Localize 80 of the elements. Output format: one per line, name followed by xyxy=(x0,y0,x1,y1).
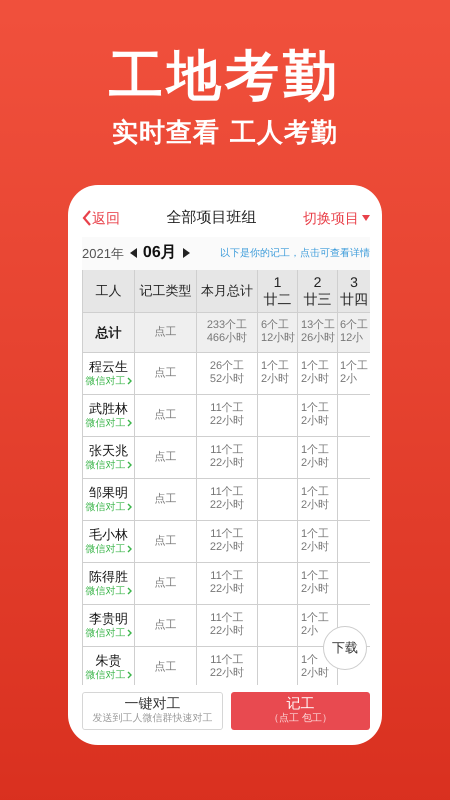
chevron-icon xyxy=(126,671,132,680)
back-link[interactable]: 返回 xyxy=(82,208,120,229)
table-cell: 11个工 22小时 xyxy=(197,478,258,521)
table-cell: 1个工 2小时 xyxy=(298,520,338,563)
table-cell: 11个工 22小时 xyxy=(197,394,258,437)
table-cell: 1个工 2小时 xyxy=(298,352,338,395)
record-button[interactable]: 记工 （点工 包工） xyxy=(231,692,370,730)
table-cell: 点工 xyxy=(135,352,197,395)
table-cell: 26个工 52小时 xyxy=(197,352,258,395)
column-header: 3 廿四 xyxy=(340,274,368,308)
page-title: 全部项目班组 xyxy=(166,208,256,228)
table-cell xyxy=(258,604,298,647)
column-header: 工人 xyxy=(96,282,122,299)
worker-name: 邹果明 xyxy=(89,484,128,501)
switch-project-button[interactable]: 切换项目 xyxy=(303,208,370,229)
table-cell: 1个工 2小 xyxy=(338,352,370,395)
worker-name: 朱贵 xyxy=(96,652,122,669)
table-cell: 1个工 2小时 xyxy=(258,352,298,395)
month-label: 06月 xyxy=(142,243,177,264)
wechat-check-link[interactable]: 微信对工 xyxy=(86,500,132,514)
column-header: 1 廿二 xyxy=(264,274,292,308)
column-header: 2 廿三 xyxy=(304,274,332,308)
table-cell: 点工 xyxy=(135,562,197,605)
back-icon xyxy=(82,210,92,226)
table-cell: 1个工 2小时 xyxy=(298,394,338,437)
worker-name: 武胜林 xyxy=(89,400,128,417)
wechat-check-link[interactable]: 微信对工 xyxy=(86,626,132,640)
quick-check-button[interactable]: 一键对工 发送到工人微信群快速对工 xyxy=(82,692,223,730)
hero-title: 工地考勤 xyxy=(109,44,341,108)
worker-name: 程云生 xyxy=(89,358,128,375)
table-cell: 11个工 22小时 xyxy=(197,562,258,605)
table-cell: 11个工 22小时 xyxy=(197,520,258,563)
chevron-icon xyxy=(126,377,132,386)
table-cell: 点工 xyxy=(135,394,197,437)
next-month-icon[interactable] xyxy=(182,248,190,258)
table-cell xyxy=(258,562,298,605)
table-cell xyxy=(258,394,298,437)
column-header: 记工类型 xyxy=(140,282,192,299)
chevron-icon xyxy=(126,419,132,428)
table-cell: 11个工 22小时 xyxy=(197,646,258,685)
wechat-check-link[interactable]: 微信对工 xyxy=(86,416,132,430)
table-cell: 点工 xyxy=(135,646,197,685)
table-cell: 13个工 26小时 xyxy=(298,312,338,353)
table-cell: 11个工 22小时 xyxy=(197,436,258,479)
worker-name: 陈得胜 xyxy=(89,568,128,585)
chevron-icon xyxy=(126,461,132,470)
table-cell xyxy=(258,478,298,521)
wechat-check-link[interactable]: 微信对工 xyxy=(86,542,132,556)
wechat-check-link[interactable]: 微信对工 xyxy=(86,584,132,598)
wechat-check-link[interactable]: 微信对工 xyxy=(86,458,132,472)
chevron-icon xyxy=(126,545,132,554)
table-cell: 6个工 12小时 xyxy=(258,312,298,353)
wechat-check-link[interactable]: 微信对工 xyxy=(86,668,132,682)
table-cell: 1个工 2小时 xyxy=(298,436,338,479)
table-cell xyxy=(258,436,298,479)
table-cell: 点工 xyxy=(135,604,197,647)
table-cell: 233个工 466小时 xyxy=(197,312,258,353)
table-cell: 点工 xyxy=(135,436,197,479)
worker-name: 毛小林 xyxy=(89,526,128,543)
table-cell: 点工 xyxy=(135,478,197,521)
table-cell xyxy=(258,520,298,563)
table-cell: 1个工 2小时 xyxy=(298,478,338,521)
previous-month-icon[interactable] xyxy=(130,248,137,258)
chevron-icon xyxy=(126,629,132,638)
worker-name: 张天兆 xyxy=(89,442,128,459)
hero-subtitle: 实时查看 工人考勤 xyxy=(112,117,338,150)
table-cell: 总计 xyxy=(83,312,135,353)
table-cell: 点工 xyxy=(135,312,197,353)
hint-text: 以下是你的记工，点击可查看详情 xyxy=(220,246,370,261)
wechat-check-link[interactable]: 微信对工 xyxy=(86,374,132,388)
column-header: 本月总计 xyxy=(201,282,253,299)
table-cell: 1个工 2小时 xyxy=(298,562,338,605)
table-cell: 6个工 12小 xyxy=(338,312,370,353)
caret-icon xyxy=(362,215,370,222)
table-cell: 11个工 22小时 xyxy=(197,604,258,647)
chevron-icon xyxy=(126,587,132,596)
year-label: 2021年 xyxy=(82,244,124,263)
table-cell: 点工 xyxy=(135,520,197,563)
chevron-icon xyxy=(126,503,132,512)
worker-name: 李贵明 xyxy=(89,610,128,627)
